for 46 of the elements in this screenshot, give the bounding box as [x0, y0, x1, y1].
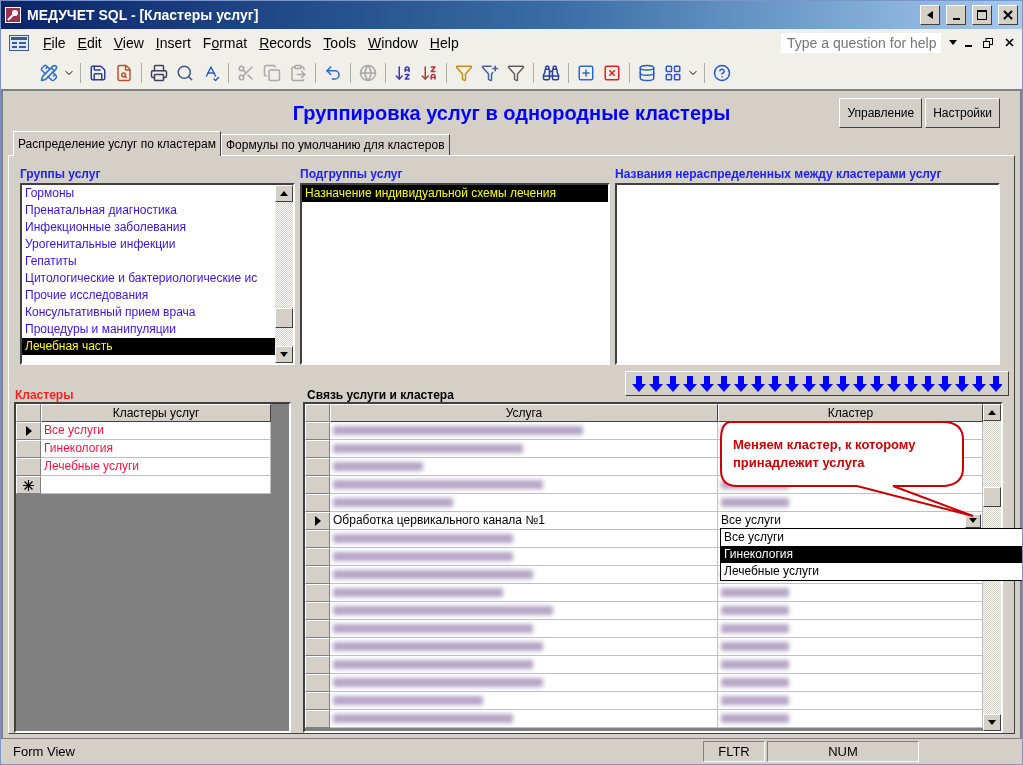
subgroups-list[interactable]: Назначение индивидуальной схемы лечения [300, 183, 610, 366]
section-label: Связь услуги и кластера [307, 388, 454, 403]
tab[interactable]: Формулы по умолчанию для кластеров [220, 134, 450, 156]
window-title: МЕДУЧЕТ SQL - [Кластеры услуг] [27, 6, 260, 23]
list-item[interactable]: Инфекционные заболевания [22, 219, 275, 237]
tab[interactable]: Распределение услуг по кластерам [13, 131, 221, 157]
table-cell[interactable]: Обработка цервикального канала №1 [330, 512, 718, 531]
section-label: Кластеры [15, 388, 74, 403]
form-title: Группировка услуг в однородные кластеры [292, 101, 731, 125]
list-label: Группы услуг [20, 165, 102, 183]
column-header: Кластер [718, 404, 983, 423]
menu-item[interactable]: Records [253, 34, 318, 51]
table-cell[interactable]: Все услуги [41, 422, 271, 441]
status-indicator: NUM [767, 741, 919, 763]
status-indicator: FLTR [703, 741, 765, 763]
dropdown-list[interactable]: Все услуги Гинекология Лечебные услуги [720, 528, 1022, 582]
list-item[interactable]: Консультативный прием врача [22, 304, 275, 322]
menu-item[interactable]: File [37, 34, 72, 51]
list-item[interactable]: Гепатиты [22, 253, 275, 271]
list-item[interactable]: Урогенитальные инфекции [22, 236, 275, 254]
form-button[interactable]: Управление [839, 98, 923, 129]
column-header: Услуга [330, 404, 718, 423]
list-label: Подгруппы услуг [300, 165, 404, 183]
dropdown-option[interactable]: Гинекология [721, 546, 1022, 564]
menu-item[interactable]: View [107, 34, 150, 51]
list-item[interactable]: Процедуры и манипуляции [22, 321, 275, 339]
menu-item[interactable]: Format [196, 34, 254, 51]
callout-text: Меняем кластер, к которому принадлежит услуга [733, 436, 917, 473]
menu-item[interactable]: Help [423, 34, 465, 51]
form-button[interactable]: Настройки [925, 98, 1000, 129]
menu-item[interactable]: Window [362, 34, 424, 51]
help-search-field[interactable]: Type a question for help [781, 32, 941, 53]
list-item[interactable]: Лечебная часть [22, 338, 275, 356]
table-cell[interactable]: Гинекология [41, 440, 271, 459]
list-item[interactable]: Назначение индивидуальной схемы лечения [302, 185, 608, 203]
menu-item[interactable]: Edit [71, 34, 108, 51]
status-text: Form View [12, 744, 76, 760]
column-header: Кластеры услуг [41, 404, 271, 423]
list-item[interactable]: Прочие исследования [22, 287, 275, 305]
menu-item[interactable]: Insert [149, 34, 197, 51]
menu-item[interactable]: Tools [317, 34, 363, 51]
list-label: Названия нераспределенных между кластерами услуг [615, 165, 943, 183]
list-item[interactable]: Цитологические и бактериологические ис [22, 270, 275, 288]
list-item[interactable]: Пренатальная диагностика [22, 202, 275, 220]
table-cell[interactable]: Лечебные услуги [41, 458, 271, 477]
list-item[interactable]: Гормоны [22, 185, 275, 203]
